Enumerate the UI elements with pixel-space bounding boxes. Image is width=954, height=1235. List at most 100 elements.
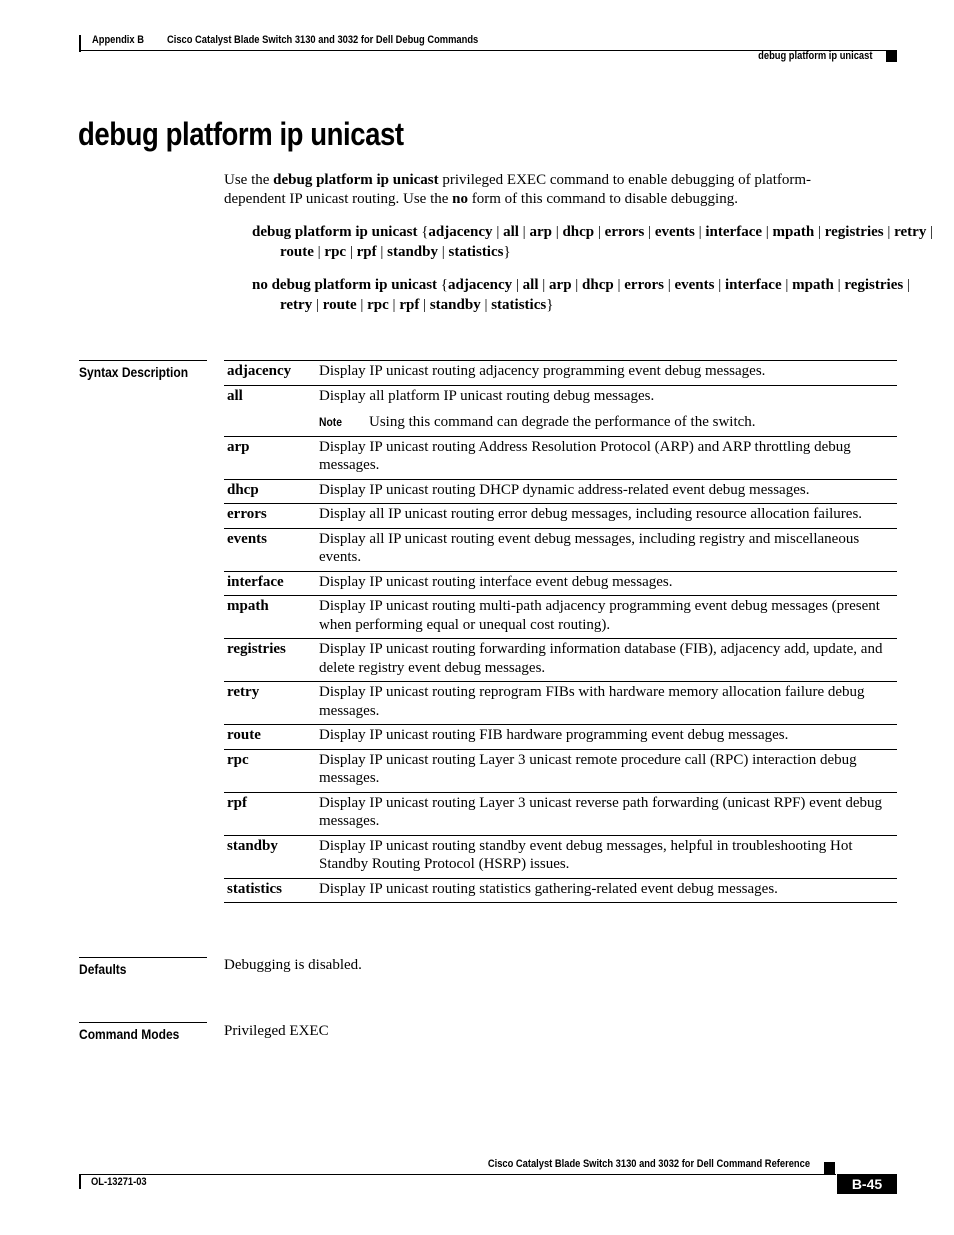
syntax-separator: | xyxy=(594,224,605,240)
syntax-row: events Display all IP unicast routing eve… xyxy=(224,527,897,571)
syntax-keyword-cell: rpc xyxy=(224,748,319,792)
defaults-text: Debugging is disabled. xyxy=(224,957,362,973)
syntax-keyword-cell: standby xyxy=(224,834,319,878)
section-label-command-modes: Command Modes xyxy=(79,1022,207,1042)
description-text: Display IP unicast routing Layer 3 unica… xyxy=(319,794,883,830)
intro-no: no xyxy=(452,190,468,207)
syntax-keyword: rpf xyxy=(356,243,377,260)
description-text: Display IP unicast routing adjacency pro… xyxy=(319,363,766,379)
syntax-separator: | xyxy=(419,296,430,313)
syntax-keyword: events xyxy=(654,224,695,240)
intro-command: debug platform ip unicast xyxy=(273,172,439,188)
syntax-keyword-cell: retry xyxy=(224,681,319,725)
description-text: Display IP unicast routing FIB hardware … xyxy=(319,727,789,743)
intro-paragraph: Use the debug platform ip unicast privil… xyxy=(224,171,864,208)
section-label-defaults: Defaults xyxy=(79,957,207,977)
footer-left-bar xyxy=(79,1174,81,1189)
syntax-separator: | xyxy=(694,224,706,240)
syntax-keyword-cell: route xyxy=(224,724,319,749)
description-text: Display IP unicast routing Layer 3 unica… xyxy=(319,751,857,787)
syntax-separator: | xyxy=(437,243,449,260)
syntax-description-cell: Display IP unicast routing forwarding in… xyxy=(319,638,897,682)
syntax-row: standby Display IP unicast routing standb… xyxy=(224,834,897,878)
description-text: Display IP unicast routing standby event… xyxy=(319,837,853,873)
syntax-keyword: interface xyxy=(724,277,782,293)
syntax-keyword: errors xyxy=(624,277,664,293)
syntax-description-cell: Display IP unicast routing interface eve… xyxy=(319,570,897,596)
syntax-description-cell: Display all IP unicast routing event deb… xyxy=(319,527,897,571)
footer-doc-number: OL-13271-03 xyxy=(91,1176,147,1188)
syntax-separator: | xyxy=(781,277,793,293)
syntax-separator: | xyxy=(518,224,530,240)
syntax-command: debug platform ip unicast xyxy=(252,224,418,240)
syntax-separator: | xyxy=(313,243,325,260)
page-title: debug platform ip unicast xyxy=(78,116,404,152)
header-book-title: Cisco Catalyst Blade Switch 3130 and 303… xyxy=(167,34,479,46)
syntax-separator: | xyxy=(644,224,655,240)
note-label: Note xyxy=(319,415,342,429)
syntax-row: retry Display IP unicast routing reprogra… xyxy=(224,681,897,725)
syntax-separator: | xyxy=(512,277,523,293)
syntax-keyword: rpc xyxy=(324,243,347,260)
command-modes-text: Privileged EXEC xyxy=(224,1023,329,1039)
syntax-separator: | xyxy=(663,277,675,293)
syntax-keyword: retry xyxy=(894,224,927,240)
syntax-keyword: statistics xyxy=(491,296,547,313)
syntax-keyword: route xyxy=(280,243,314,260)
syntax-keyword: arp xyxy=(529,224,552,240)
description-text: Display all IP unicast routing event deb… xyxy=(319,530,860,566)
syntax-keyword: all xyxy=(522,277,539,293)
syntax-keyword: rpf xyxy=(399,296,420,313)
syntax-separator: | xyxy=(346,243,357,260)
syntax-description-cell: Display IP unicast routing multi-path ad… xyxy=(319,595,897,639)
syntax-description-cell: Display IP unicast routing standby event… xyxy=(319,834,897,878)
description-text: Display IP unicast routing Address Resol… xyxy=(319,438,851,474)
footer-rule xyxy=(79,1174,836,1175)
syntax-row: rpf Display IP unicast routing Layer 3 un… xyxy=(224,791,897,835)
syntax-no-debug: no debug platform ip unicast {adjacency … xyxy=(252,276,940,315)
footer-page-number: B-45 xyxy=(837,1174,897,1194)
syntax-keyword-cell: rpf xyxy=(224,791,319,835)
syntax-row: errors Display all IP unicast routing err… xyxy=(224,503,897,528)
syntax-separator: | xyxy=(833,277,845,293)
syntax-keyword: rpc xyxy=(367,296,389,313)
syntax-description-cell: Display IP unicast routing adjacency pro… xyxy=(319,360,897,385)
syntax-keyword: mpath xyxy=(772,224,815,240)
description-text: Display all IP unicast routing error deb… xyxy=(319,506,863,522)
syntax-row: arp Display IP unicast routing Address Re… xyxy=(224,435,897,479)
syntax-separator: | xyxy=(883,224,895,240)
syntax-no-command: no debug platform ip unicast xyxy=(252,277,438,293)
syntax-keyword-cell: all xyxy=(224,384,319,436)
syntax-row: rpc Display IP unicast routing Layer 3 un… xyxy=(224,748,897,792)
syntax-keyword-cell: statistics xyxy=(224,877,319,903)
syntax-keyword: retry xyxy=(280,296,313,313)
syntax-keyword: all xyxy=(503,224,519,240)
section-label-syntax-description: Syntax Description xyxy=(79,360,207,380)
syntax-separator: | xyxy=(492,224,504,240)
syntax-description-cell: Display all IP unicast routing error deb… xyxy=(319,503,897,528)
syntax-description-cell: Display IP unicast routing Layer 3 unica… xyxy=(319,748,897,792)
syntax-row: route Display IP unicast routing FIB hard… xyxy=(224,724,897,749)
description-text: Display IP unicast routing interface eve… xyxy=(319,573,673,590)
syntax-separator: | xyxy=(388,296,400,313)
syntax-keyword: standby xyxy=(387,243,438,260)
syntax-description-cell: Display IP unicast routing reprogram FIB… xyxy=(319,681,897,725)
header-appendix: Appendix B xyxy=(92,34,144,46)
syntax-description-cell: Display IP unicast routing statistics ga… xyxy=(319,877,897,903)
syntax-debug: debug platform ip unicast {adjacency | a… xyxy=(252,223,940,262)
syntax-row: statistics Display IP unicast routing sta… xyxy=(224,877,897,903)
syntax-description-cell: Display IP unicast routing Address Resol… xyxy=(319,435,897,479)
syntax-description-cell: Display IP unicast routing DHCP dynamic … xyxy=(319,478,897,504)
intro-text: form of this command to disable debuggin… xyxy=(468,190,738,207)
syntax-separator: | xyxy=(571,277,583,293)
syntax-separator: | xyxy=(903,277,910,293)
syntax-close-brace: } xyxy=(546,296,554,313)
syntax-separator: | xyxy=(551,224,563,240)
syntax-keyword-cell: adjacency xyxy=(224,360,319,385)
syntax-keyword: events xyxy=(674,277,715,293)
syntax-keyword: standby xyxy=(429,296,481,313)
syntax-keyword-cell: dhcp xyxy=(224,478,319,504)
syntax-close-brace: } xyxy=(503,243,511,260)
syntax-row: interface Display IP unicast routing inte… xyxy=(224,570,897,596)
syntax-separator: | xyxy=(480,296,492,313)
